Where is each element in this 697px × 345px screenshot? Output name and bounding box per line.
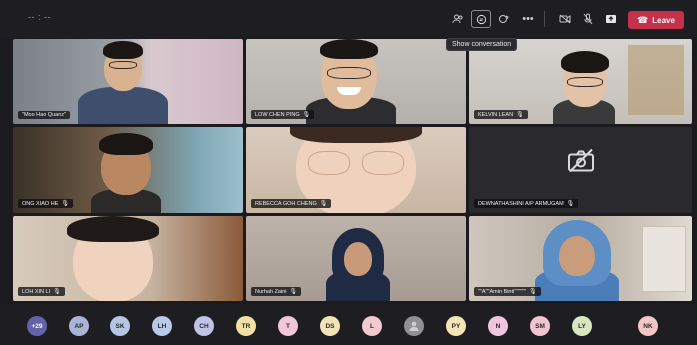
participant-name-label: KELVIN LEAN 🎙	[474, 110, 528, 119]
participant-avatar[interactable]: CH	[194, 316, 214, 336]
participant-avatar[interactable]: LY	[572, 316, 592, 336]
participant-name-label: DEWNATHASHINI A/P ARMUGAM 🎙	[474, 199, 579, 208]
share-icon[interactable]	[601, 10, 621, 28]
participant-name-label: LOW CHEN PING 🎙	[251, 110, 315, 119]
participant-name-label: ""A""Amin Binti"""""" 🎙	[474, 287, 541, 296]
leave-button[interactable]: ☎ Leave	[628, 11, 684, 29]
background-shelf	[642, 226, 686, 292]
camera-icon[interactable]	[555, 10, 575, 28]
mic-icon[interactable]	[578, 10, 598, 28]
background-shelf	[628, 45, 684, 115]
participant-video-tile[interactable]: LOW CHEN PING 🎙	[246, 39, 466, 124]
participant-avatar[interactable]: TR	[236, 316, 256, 336]
participant-video-tile[interactable]: ONG XIAO HE 🎙	[13, 127, 243, 213]
participant-avatar[interactable]: SM	[530, 316, 550, 336]
mic-muted-icon: 🎙	[302, 112, 311, 118]
participant-avatar[interactable]: DS	[320, 316, 340, 336]
participant-avatar[interactable]: N	[488, 316, 508, 336]
participant-video-tile[interactable]: KELVIN LEAN 🎙	[469, 39, 692, 124]
chat-icon[interactable]	[471, 10, 491, 28]
participant-name-label: ONG XIAO HE 🎙	[18, 199, 73, 208]
mic-muted-icon: 🎙	[516, 112, 524, 118]
video-grid: "Moo Hao Quanz" LOW CHEN PING 🎙 KELVIN LE…	[13, 39, 692, 301]
participant-name-label: Nurhah Zaini 🎙	[251, 287, 302, 296]
participant-video-tile[interactable]: LOH XIN LI 🎙	[13, 216, 243, 301]
avatar-photo-icon	[409, 321, 419, 331]
more-participants-button[interactable]: +29	[27, 316, 47, 336]
participant-avatar[interactable]: PY	[446, 316, 466, 336]
mic-muted-icon: 🎙	[319, 201, 328, 207]
participant-video-tile[interactable]: REBECCA GOH CHENG 🎙	[246, 127, 466, 213]
participant-video-tile[interactable]: ""A""Amin Binti"""""" 🎙	[469, 216, 692, 301]
participant-name-label: REBECCA GOH CHENG 🎙	[251, 199, 332, 208]
participant-name-label: "Moo Hao Quanz"	[18, 111, 70, 119]
participant-avatar[interactable]: L	[362, 316, 382, 336]
reactions-icon[interactable]	[494, 10, 514, 28]
participant-name-label: LOH XIN LI 🎙	[18, 287, 65, 296]
mic-muted-icon: 🎙	[53, 289, 61, 295]
participant-video-tile[interactable]: "Moo Hao Quanz"	[13, 39, 243, 124]
participant-avatar[interactable]: SK	[110, 316, 130, 336]
participant-avatar[interactable]	[404, 316, 424, 336]
toolbar-divider	[544, 11, 545, 27]
phone-hangup-icon: ☎	[637, 14, 649, 25]
mic-muted-icon: 🎙	[289, 289, 298, 295]
participant-roster-bar: +29 AP SK LH CH TR T DS L PY N SM LY NK	[0, 304, 697, 345]
participant-video-tile[interactable]: DEWNATHASHINI A/P ARMUGAM 🎙	[469, 127, 692, 213]
participant-avatar[interactable]: NK	[638, 316, 658, 336]
mic-muted-icon: 🎙	[528, 289, 537, 295]
more-icon[interactable]: •••	[518, 10, 538, 28]
leave-label: Leave	[652, 15, 675, 25]
participant-avatar[interactable]: LH	[152, 316, 172, 336]
participant-video-tile[interactable]: Nurhah Zaini 🎙	[246, 216, 466, 301]
mic-muted-icon: 🎙	[566, 201, 575, 207]
meeting-timer: -- : --	[28, 12, 51, 22]
people-icon[interactable]	[448, 10, 468, 28]
mic-muted-icon: 🎙	[61, 201, 69, 207]
participant-avatar[interactable]: AP	[69, 316, 89, 336]
show-conversation-tooltip: Show conversation	[446, 38, 518, 51]
camera-off-icon	[566, 148, 596, 179]
participant-avatar[interactable]: T	[278, 316, 298, 336]
meeting-top-bar: -- : -- ••• ☎ Leave	[0, 0, 697, 38]
